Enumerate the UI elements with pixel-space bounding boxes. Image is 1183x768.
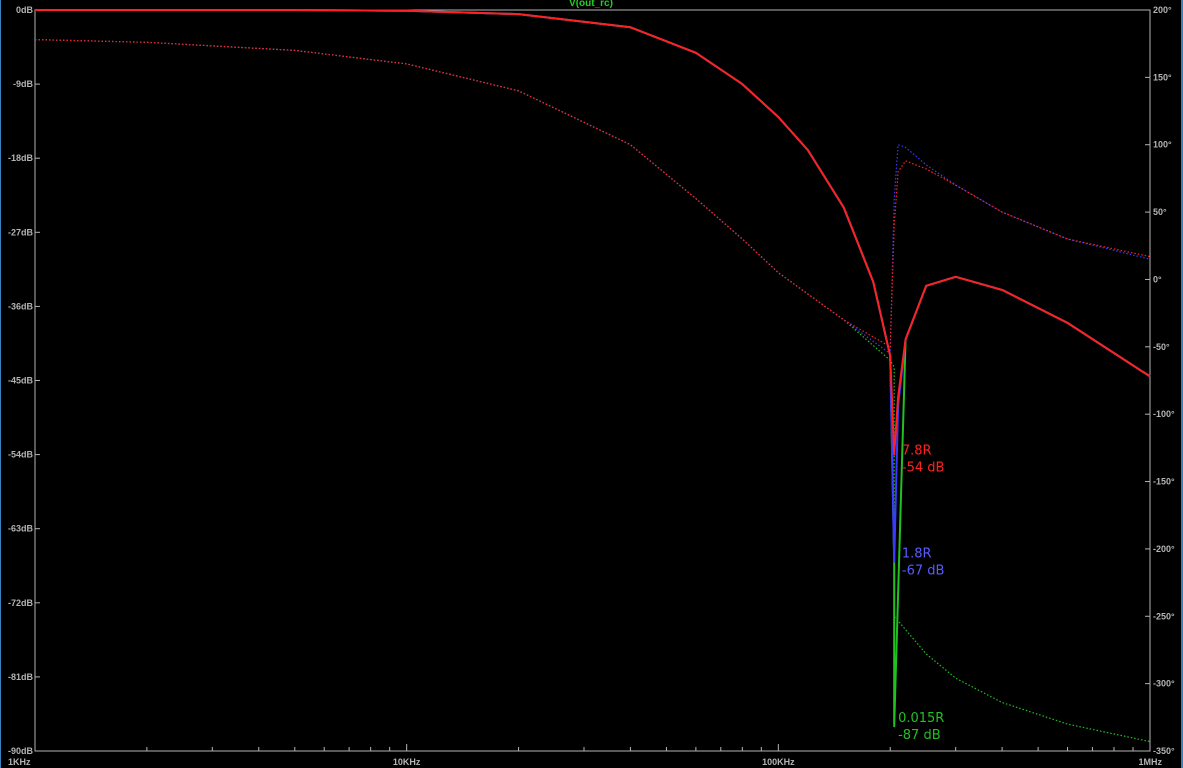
y-left-tick-label: -9dB xyxy=(13,79,34,89)
y-right-tick-label: -50° xyxy=(1153,342,1170,352)
annotation-label: -87 dB xyxy=(898,728,941,743)
y-left-tick-label: -27dB xyxy=(8,227,34,237)
y-right-tick-label: 100° xyxy=(1153,140,1172,150)
x-tick-label: 1MHz xyxy=(1138,757,1162,767)
y-left-tick-label: 0dB xyxy=(16,5,34,15)
y-right-tick-label: -200° xyxy=(1153,544,1175,554)
annotation-label: 0.015R xyxy=(898,711,944,726)
y-right-tick-label: -100° xyxy=(1153,409,1175,419)
annotation-label: -54 dB xyxy=(902,461,945,476)
y-left-tick-label: -54dB xyxy=(8,450,34,460)
annotation-label: 1.8R xyxy=(902,547,932,562)
window-edge-left xyxy=(0,0,1,768)
y-left-tick-label: -72dB xyxy=(8,598,34,608)
y-right-tick-label: 50° xyxy=(1153,207,1167,217)
bode-plot: V(out_rc) 1KHz 10KHz 100KHz 1MHz 0dB -9dB -18d… xyxy=(0,0,1183,768)
y-right-tick-label: 150° xyxy=(1153,72,1172,82)
annotation-label: -67 dB xyxy=(902,564,945,579)
y-right-tick-label: 200° xyxy=(1153,5,1172,15)
x-tick-label: 100KHz xyxy=(762,757,795,767)
y-right-tick-label: -250° xyxy=(1153,611,1175,621)
y-right-tick-label: -150° xyxy=(1153,477,1175,487)
y-left-tick-label: -63dB xyxy=(8,524,34,534)
y-left-tick-label: -36dB xyxy=(8,301,34,311)
annotation-label: 7.8R xyxy=(902,444,932,459)
chart-title: V(out_rc) xyxy=(569,0,613,9)
y-left-tick-label: -45dB xyxy=(8,376,34,386)
plot-background xyxy=(0,0,1183,768)
x-tick-label: 10KHz xyxy=(393,757,421,767)
y-right-tick-label: -350° xyxy=(1153,746,1175,756)
y-right-tick-label: 0° xyxy=(1153,274,1162,284)
y-left-tick-label: -81dB xyxy=(8,672,34,682)
y-right-tick-label: -300° xyxy=(1153,679,1175,689)
y-left-tick-label: -90dB xyxy=(8,746,34,756)
y-left-tick-label: -18dB xyxy=(8,153,34,163)
x-tick-label: 1KHz xyxy=(8,757,31,767)
